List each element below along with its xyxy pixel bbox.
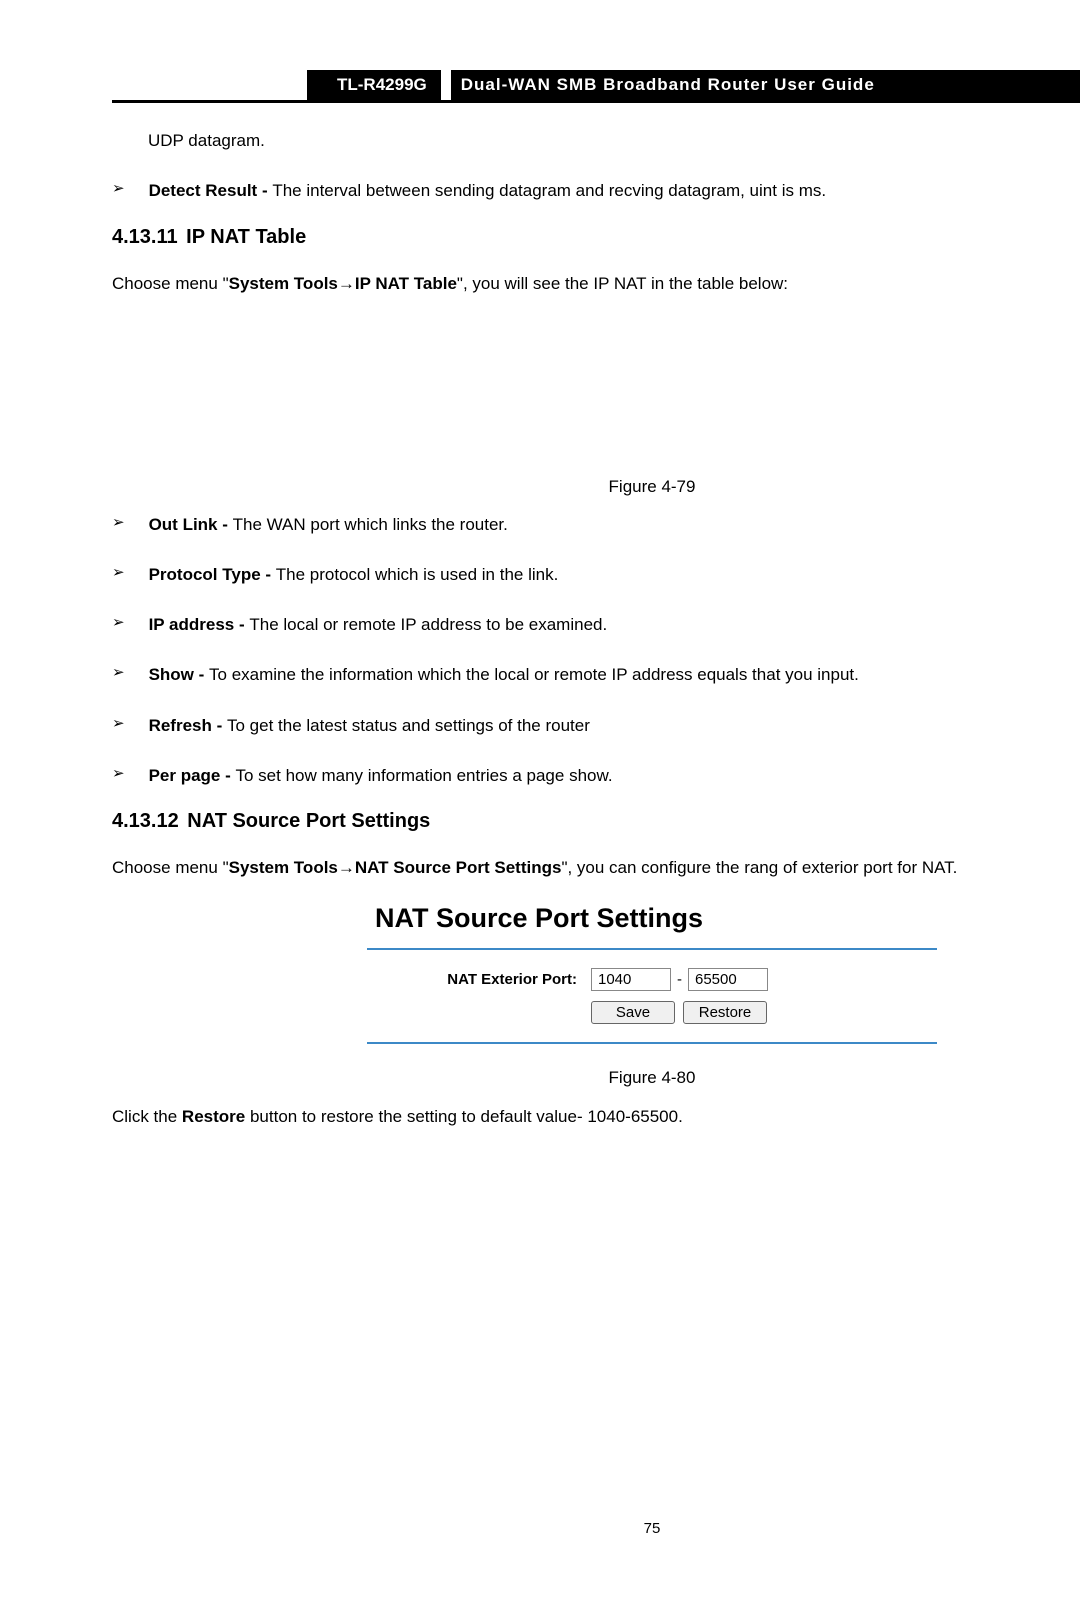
nat-port-row: NAT Exterior Port: - [391, 968, 913, 991]
nat-source-port-panel: NAT Source Port Settings NAT Exterior Po… [367, 903, 937, 1044]
bullet-desc: To examine the information which the loc… [209, 665, 859, 684]
bullet-detect-result: ➢ Detect Result - The interval between s… [112, 175, 1080, 207]
figure-79-placeholder [112, 319, 1080, 469]
bullet-label: Refresh - [149, 716, 227, 735]
section-title: IP NAT Table [181, 226, 307, 248]
bullet-label: Detect Result - [149, 181, 273, 200]
section1-paragraph: Choose menu "System Tools→IP NAT Table",… [112, 267, 1080, 301]
bullet-per-page: ➢ Per page - To set how many information… [112, 760, 1080, 792]
section-number: 4.13.12 [112, 810, 179, 832]
bullet-desc: To set how many information entries a pa… [236, 766, 613, 785]
section2-paragraph: Choose menu "System Tools→NAT Source Por… [112, 851, 1080, 885]
bullet-desc: The interval between sending datagram an… [272, 181, 826, 200]
nat-panel-title: NAT Source Port Settings [375, 903, 937, 934]
bullet-show: ➢ Show - To examine the information whic… [112, 659, 1080, 691]
save-button[interactable]: Save [591, 1001, 675, 1024]
section-title: NAT Source Port Settings [182, 810, 431, 832]
bullet-label: Protocol Type - [149, 565, 276, 584]
figure-79-caption: Figure 4-79 [112, 477, 1080, 497]
section-number: 4.13.11 [112, 226, 178, 248]
section-heading-ip-nat-table: 4.13.11 IP NAT Table [112, 226, 1080, 249]
bullet-icon: ➢ [112, 563, 125, 591]
bullet-icon: ➢ [112, 663, 125, 691]
bullet-text: Detect Result - The interval between sen… [149, 175, 1080, 207]
bullet-icon: ➢ [112, 179, 125, 207]
bullet-refresh: ➢ Refresh - To get the latest status and… [112, 710, 1080, 742]
intro-fragment: UDP datagram. [148, 125, 1080, 157]
bullet-protocol-type: ➢ Protocol Type - The protocol which is … [112, 559, 1080, 591]
bullet-label: Out Link - [149, 515, 233, 534]
bullet-desc: The local or remote IP address to be exa… [249, 615, 607, 634]
restore-paragraph: Click the Restore button to restore the … [112, 1100, 1080, 1134]
dash-separator: - [677, 971, 682, 988]
page-header: TL-R4299G Dual-WAN SMB Broadband Router … [112, 70, 1080, 103]
bullet-desc: The WAN port which links the router. [233, 515, 508, 534]
figure-80-caption: Figure 4-80 [112, 1068, 1080, 1088]
bullet-label: Per page - [149, 766, 236, 785]
bullet-ip-address: ➢ IP address - The local or remote IP ad… [112, 609, 1080, 641]
nat-port-end-input[interactable] [688, 968, 768, 991]
nat-port-start-input[interactable] [591, 968, 671, 991]
bullet-icon: ➢ [112, 764, 125, 792]
header-title: Dual-WAN SMB Broadband Router User Guide [451, 70, 1080, 100]
nat-exterior-port-label: NAT Exterior Port: [391, 971, 591, 988]
section-heading-nat-source-port: 4.13.12 NAT Source Port Settings [112, 810, 1080, 833]
nat-buttons-row: Save Restore [391, 1001, 913, 1024]
bullet-icon: ➢ [112, 714, 125, 742]
bullet-label: Show - [149, 665, 209, 684]
bullet-label: IP address - [149, 615, 250, 634]
bullet-desc: To get the latest status and settings of… [227, 716, 590, 735]
bullet-icon: ➢ [112, 613, 125, 641]
header-model: TL-R4299G [307, 70, 441, 100]
bullet-desc: The protocol which is used in the link. [276, 565, 559, 584]
page-number: 75 [644, 1520, 661, 1537]
bullet-out-link: ➢ Out Link - The WAN port which links th… [112, 509, 1080, 541]
nat-panel-box: NAT Exterior Port: - Save Restore [367, 948, 937, 1044]
restore-button[interactable]: Restore [683, 1001, 767, 1024]
bullet-icon: ➢ [112, 513, 125, 541]
